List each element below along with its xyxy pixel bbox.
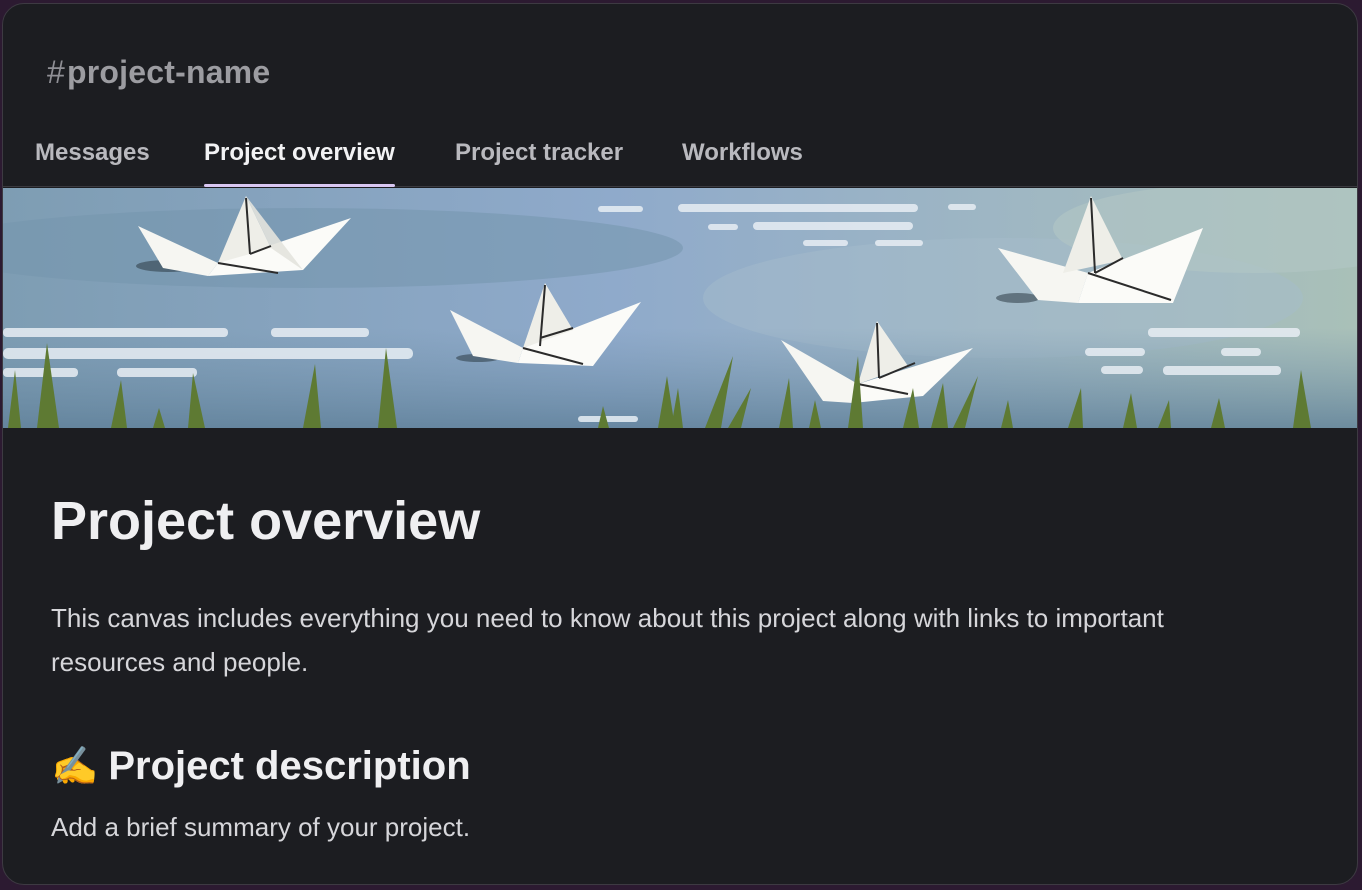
tab-project-tracker[interactable]: Project tracker	[455, 128, 623, 186]
tab-project-overview[interactable]: Project overview	[204, 128, 395, 187]
channel-hash-icon: #	[47, 53, 65, 90]
page-title: Project overview	[51, 491, 481, 551]
channel-name: project-name	[67, 53, 271, 90]
channel-tabs: Messages Project overview Project tracke…	[3, 128, 1357, 187]
writing-hand-icon: ✍️	[51, 745, 99, 788]
tab-messages[interactable]: Messages	[35, 128, 150, 186]
channel-header[interactable]: # project-name	[47, 48, 270, 96]
intro-text: This canvas includes everything you need…	[51, 603, 1164, 677]
paper-boats-illustration	[3, 188, 1357, 428]
section-body-text[interactable]: Add a brief summary of your project.	[51, 812, 470, 843]
tab-workflows[interactable]: Workflows	[682, 128, 803, 186]
section-title-text: Project description	[108, 744, 471, 788]
banner-image	[3, 188, 1357, 428]
canvas-window: # project-name Messages Project overview…	[2, 3, 1358, 885]
section-title: ✍️ Project description	[51, 744, 471, 789]
